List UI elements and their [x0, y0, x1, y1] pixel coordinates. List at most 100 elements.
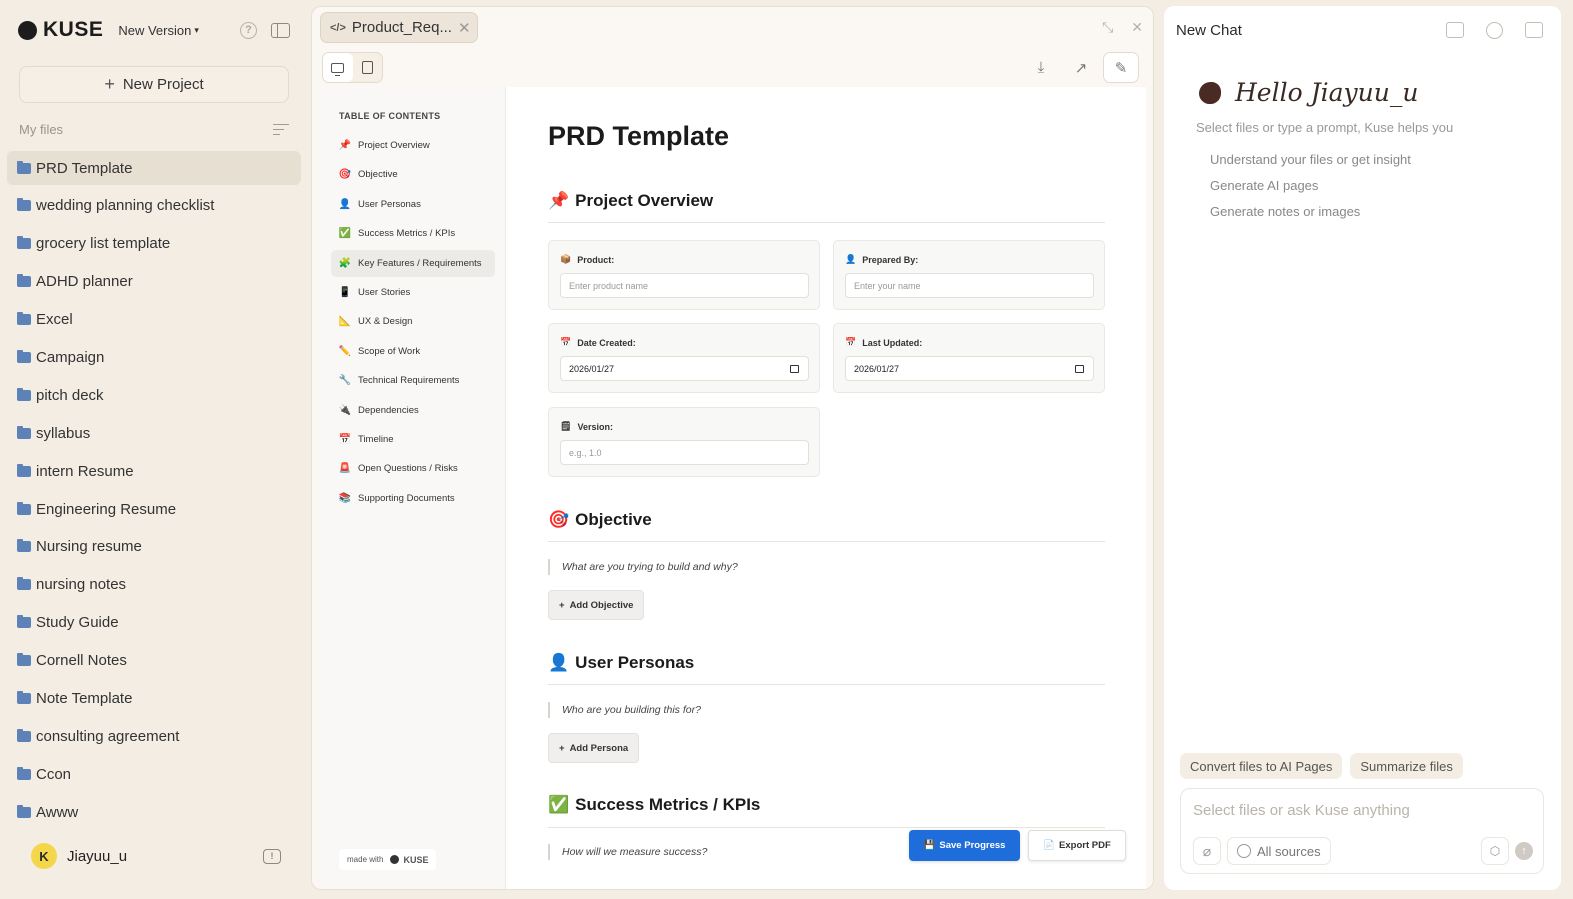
file-item[interactable]: Nursing resume: [7, 530, 301, 564]
version-dropdown[interactable]: New Version ▾: [118, 23, 199, 38]
minimize-icon[interactable]: ⤡: [1102, 19, 1113, 36]
panel-toggle-icon[interactable]: [1525, 22, 1543, 38]
code-icon: </>: [330, 21, 346, 34]
toc-item[interactable]: 🔌 Dependencies: [331, 397, 495, 424]
file-item[interactable]: consulting agreement: [7, 719, 301, 753]
chat-composer: Select files or ask Kuse anything ⌀ All …: [1180, 788, 1544, 874]
toc-item[interactable]: ✏️ Scope of Work: [331, 338, 495, 365]
file-item[interactable]: Study Guide: [7, 606, 301, 640]
toc-item-label: Objective: [358, 169, 398, 181]
toc-item[interactable]: 📅 Timeline: [331, 426, 495, 453]
model-button[interactable]: ⬡: [1481, 837, 1509, 865]
file-item[interactable]: ADHD planner: [7, 265, 301, 299]
add-objective-button[interactable]: + Add Objective: [548, 590, 645, 620]
file-item[interactable]: nursing notes: [7, 568, 301, 602]
toc-item-icon: 🔧: [338, 375, 352, 387]
chat-suggestion[interactable]: Generate notes or images: [1210, 198, 1411, 224]
chat-suggestion[interactable]: Generate AI pages: [1210, 172, 1411, 198]
help-icon[interactable]: ?: [240, 21, 257, 39]
toc-item[interactable]: 📱 User Stories: [331, 279, 495, 306]
plus-icon: +: [104, 74, 115, 94]
history-icon[interactable]: [1486, 22, 1503, 39]
made-with-brand: KUSE: [403, 854, 429, 865]
toc-item[interactable]: 🚨 Open Questions / Risks: [331, 455, 495, 482]
toc-item[interactable]: 📚 Supporting Documents: [331, 485, 495, 512]
file-item[interactable]: Engineering Resume: [7, 492, 301, 526]
file-item[interactable]: pitch deck: [7, 378, 301, 412]
save-progress-button[interactable]: 💾 Save Progress: [909, 830, 1020, 861]
calendar-picker-icon[interactable]: [1075, 365, 1084, 373]
new-project-button[interactable]: + New Project: [19, 66, 289, 103]
version-input[interactable]: e.g., 1.0: [560, 440, 809, 465]
toc-item[interactable]: 🎯 Objective: [331, 161, 495, 188]
toc-item[interactable]: 🧩 Key Features / Requirements: [331, 249, 495, 277]
document-view-button[interactable]: [353, 53, 383, 82]
new-chat-icon[interactable]: [1446, 22, 1464, 38]
last-updated-label-text: Last Updated:: [862, 337, 923, 348]
folder-icon: [17, 236, 31, 250]
file-item[interactable]: intern Resume: [7, 454, 301, 488]
export-pdf-button[interactable]: 📄 Export PDF: [1028, 830, 1126, 861]
my-files-header: My files: [19, 122, 289, 137]
toc-item-label: UX & Design: [358, 316, 413, 328]
send-button[interactable]: ↑: [1515, 842, 1533, 860]
file-item[interactable]: grocery list template: [7, 227, 301, 261]
toc-item[interactable]: 📐 UX & Design: [331, 308, 495, 335]
editor-panel: </> Product_Req... ✕ ⤡ ✕ ⤓ ↗ ✎ TABLE OF …: [311, 6, 1154, 890]
sort-icon[interactable]: [273, 123, 289, 136]
preview-view-button[interactable]: [323, 53, 353, 82]
quick-action-chip[interactable]: Convert files to AI Pages: [1180, 753, 1343, 779]
brand-name: KUSE: [43, 18, 104, 41]
document-preview: TABLE OF CONTENTS 📌 Project Overview 🎯 Obje…: [320, 87, 1146, 889]
user-row[interactable]: K Jiayuu_u !: [31, 842, 281, 870]
avatar[interactable]: K: [31, 843, 57, 869]
last-updated-input[interactable]: 2026/01/27: [845, 356, 1094, 381]
calendar-picker-icon[interactable]: [790, 365, 799, 373]
file-item-label: Engineering Resume: [36, 500, 177, 518]
toc-item[interactable]: 📌 Project Overview: [331, 132, 495, 159]
file-item[interactable]: wedding planning checklist: [7, 189, 301, 223]
prepared-by-input[interactable]: Enter your name: [845, 273, 1094, 298]
divider: [548, 541, 1105, 542]
file-item[interactable]: syllabus: [7, 416, 301, 450]
collapse-sidebar-icon[interactable]: [271, 22, 290, 38]
file-item[interactable]: Ccon: [7, 757, 301, 791]
toc-item[interactable]: 🔧 Technical Requirements: [331, 367, 495, 394]
download-button[interactable]: ⤓: [1023, 52, 1059, 83]
edit-button[interactable]: ✎: [1103, 52, 1139, 83]
folder-icon: [17, 615, 31, 629]
user-icon: 👤: [548, 653, 570, 672]
chat-input[interactable]: Select files or ask Kuse anything: [1193, 802, 1410, 819]
file-item[interactable]: Awww: [7, 795, 301, 829]
version-label: New Version: [118, 22, 192, 38]
attach-button[interactable]: ⌀: [1193, 837, 1221, 865]
tab-product-requirements[interactable]: </> Product_Req... ✕: [320, 12, 478, 43]
product-label-text: Product:: [577, 254, 615, 265]
sources-selector[interactable]: All sources: [1227, 837, 1331, 865]
date-created-input[interactable]: 2026/01/27: [560, 356, 809, 381]
calendar-icon: 📅: [560, 337, 572, 347]
close-tab-icon[interactable]: ✕: [458, 19, 471, 37]
chat-suggestion[interactable]: Understand your files or get insight: [1210, 146, 1411, 172]
open-external-button[interactable]: ↗: [1063, 52, 1099, 83]
close-icon[interactable]: ✕: [1131, 19, 1143, 36]
folder-icon: [17, 577, 31, 591]
file-item-label: Campaign: [36, 348, 105, 366]
toc-item[interactable]: 👤 User Personas: [331, 191, 495, 218]
file-item[interactable]: Campaign: [7, 340, 301, 374]
toc-item[interactable]: ✅ Success Metrics / KPIs: [331, 220, 495, 247]
add-persona-button[interactable]: + Add Persona: [548, 733, 640, 763]
file-item[interactable]: Note Template: [7, 681, 301, 715]
save-progress-label: Save Progress: [939, 840, 1006, 851]
quick-action-chip[interactable]: Summarize files: [1350, 753, 1463, 779]
file-item-label: syllabus: [36, 424, 91, 442]
file-item[interactable]: Cornell Notes: [7, 644, 301, 678]
made-with-badge[interactable]: made with KUSE: [339, 849, 437, 870]
user-name: Jiayuu_u: [67, 847, 128, 865]
toc-item-label: Timeline: [358, 433, 394, 445]
feedback-icon[interactable]: !: [263, 848, 281, 864]
file-item[interactable]: PRD Template: [7, 151, 301, 185]
file-item[interactable]: Excel: [7, 303, 301, 337]
toc-item-icon: ✅: [338, 228, 352, 240]
product-name-input[interactable]: Enter product name: [560, 273, 809, 298]
